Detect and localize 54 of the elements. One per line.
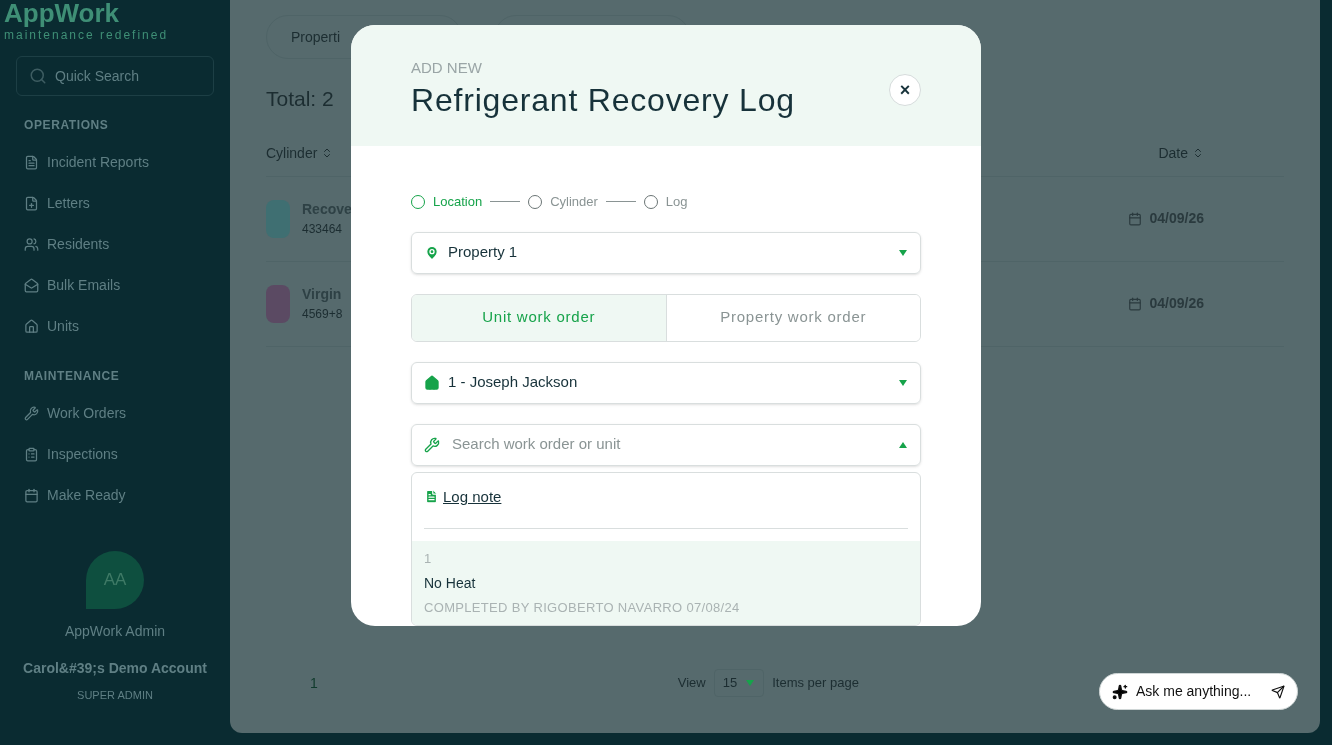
modal-eyebrow: ADD NEW [411,58,483,78]
log-note-link[interactable]: Log note [443,485,502,508]
nav-item[interactable]: Residents [16,224,214,265]
section-title: MAINTENANCE [23,368,121,385]
step[interactable]: Cylinder [528,192,598,212]
nav-item[interactable]: Units [16,306,214,347]
calendar-icon [1127,296,1142,311]
search-placeholder: Quick Search [55,66,140,86]
chat-input[interactable]: Ask me anything... [1099,673,1298,710]
page-number[interactable]: 1 [306,672,322,694]
sparkle-icon [1112,683,1128,700]
unit-select[interactable]: 1 - Joseph Jackson [411,361,921,404]
caret-down-icon [898,378,908,387]
items-per-page-label: Items per page [772,674,859,693]
cylinder-number: 4569+8 [302,306,343,323]
search-icon [29,67,47,85]
caret-down-icon [898,248,908,257]
modal-title: Refrigerant Recovery Log [411,80,795,120]
column-header[interactable]: Date [1158,142,1204,164]
view-label: View [677,674,706,693]
send-icon [1271,684,1285,699]
house-icon [424,374,440,391]
nav-item[interactable]: Letters [16,183,214,224]
work-order-option[interactable]: 1 No Heat COMPLETED BY RIGOBERTO NAVARRO 07/08/24 [412,541,920,625]
user-name: AppWork Admin [64,621,166,641]
user-role: SUPER ADMIN [77,687,153,703]
nav-item[interactable]: Work Orders [16,393,214,434]
nav-item[interactable]: Make Ready [16,475,214,516]
sort-icon [1192,147,1204,159]
cylinder-number: 433464 [302,221,344,238]
total-count: Total: 2 [266,86,334,112]
nav-item[interactable]: Incident Reports [16,142,214,183]
work-order-search-field[interactable]: Search work order or unit [411,423,921,466]
account-name: Carol&#39;s Demo Account [23,658,207,678]
caret-up-icon [898,440,908,449]
order-type-tab[interactable]: Property work order [665,294,920,341]
section-title: OPERATIONS [23,117,110,134]
per-page-select[interactable]: 15 [713,669,765,697]
close-button[interactable]: × [889,74,921,106]
quick-search-field[interactable]: Quick Search [16,56,214,96]
nav-item[interactable]: Bulk Emails [16,265,214,306]
step[interactable]: Log [643,192,688,212]
location-pin-icon [424,244,440,261]
note-icon [424,489,439,505]
wrench-icon [424,436,440,453]
step[interactable]: Location [411,192,483,212]
column-header[interactable]: Cylinder [266,142,334,164]
caret-down-icon [745,679,756,687]
tagline: maintenance redefined [4,27,170,44]
property-select[interactable]: Property 1 [411,231,921,274]
logo: AppWork [4,0,120,26]
nav-item[interactable]: Inspections [16,434,214,475]
order-type-tab[interactable]: Unit work order [412,294,666,341]
calendar-icon [1127,211,1142,226]
